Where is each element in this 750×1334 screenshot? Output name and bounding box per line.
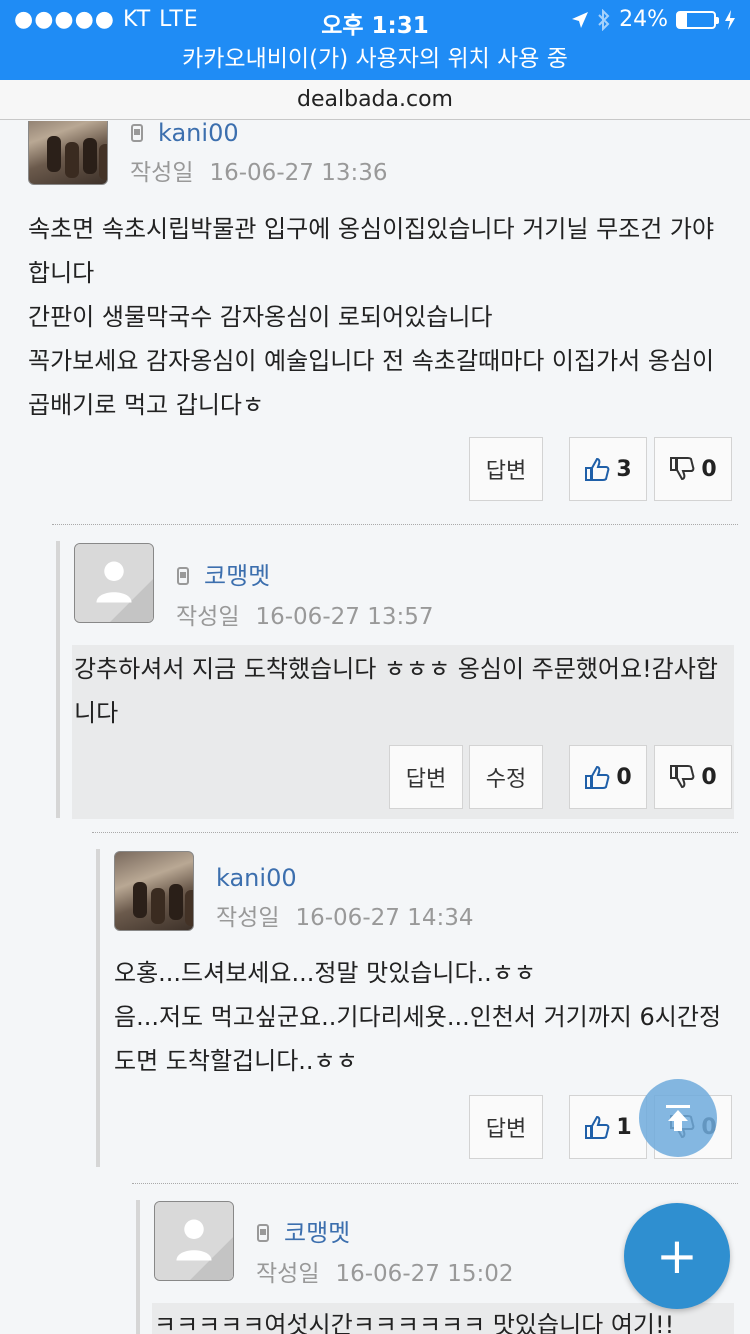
location-arrow-icon xyxy=(572,11,589,28)
edit-button[interactable]: 수정 xyxy=(469,745,543,809)
comment-body: 오홍...드셔보세요...정말 맛있습니다..ㅎㅎ 음...저도 먹고싶군요..… xyxy=(114,959,722,1075)
date-line: 작성일 16-06-27 14:34 xyxy=(216,898,473,932)
comment-date: 16-06-27 15:02 xyxy=(335,1261,514,1287)
comment-divider xyxy=(52,524,738,525)
like-button[interactable]: 0 xyxy=(569,745,647,809)
dislike-button[interactable]: 0 xyxy=(654,745,732,809)
status-bar: ●●●●● KT LTE 오후 1:31 24% xyxy=(0,0,750,40)
thumbs-down-icon xyxy=(670,765,695,789)
date-label: 작성일 xyxy=(216,905,280,931)
battery-percent: 24% xyxy=(619,7,668,32)
comment-body: ㅋㅋㅋㅋㅋ여섯시간ㅋㅋㅋㅋㅋㅋ 맛있습니다 여기!! xyxy=(152,1303,734,1334)
avatar[interactable] xyxy=(154,1201,234,1281)
like-count: 1 xyxy=(616,1114,632,1140)
add-comment-button[interactable]: + xyxy=(624,1203,730,1309)
comment-divider xyxy=(132,1183,738,1184)
comment-meta: 코맹멧 작성일 16-06-27 13:57 xyxy=(176,556,433,631)
comment-date: 16-06-27 13:57 xyxy=(255,604,434,630)
like-button[interactable]: 1 xyxy=(569,1095,647,1159)
date-line: 작성일 16-06-27 15:02 xyxy=(256,1254,513,1288)
battery-icon xyxy=(676,10,719,29)
like-count: 3 xyxy=(616,456,632,482)
author-name[interactable]: 코맹멧 xyxy=(204,562,270,590)
reply-label: 답변 xyxy=(485,1117,527,1142)
comment-meta: kani00 작성일 16-06-27 13:36 xyxy=(130,121,387,187)
mobile-icon xyxy=(177,567,189,585)
thumbs-up-icon xyxy=(585,457,610,481)
thread-line xyxy=(56,541,60,818)
url-bar[interactable]: dealbada.com xyxy=(0,80,750,120)
default-user-icon xyxy=(155,1202,233,1280)
reply-label: 답변 xyxy=(485,459,527,484)
comment-body: 속초면 속초시립박물관 입구에 옹심이집있습니다 거기닐 무조건 가야합니다 간… xyxy=(28,215,715,419)
reply-button[interactable]: 답변 xyxy=(469,1095,543,1159)
dislike-count: 0 xyxy=(701,764,717,790)
thumbs-up-icon xyxy=(585,1115,610,1139)
thread-line xyxy=(136,1200,140,1334)
location-in-use-banner[interactable]: 카카오내비이(가) 사용자의 위치 사용 중 xyxy=(0,40,750,80)
comment-meta: 코맹멧 작성일 16-06-27 15:02 xyxy=(256,1213,513,1288)
scroll-to-top-button[interactable] xyxy=(639,1079,717,1157)
bluetooth-icon xyxy=(598,8,610,31)
thumbs-down-icon xyxy=(670,457,695,481)
reply-label: 답변 xyxy=(405,767,447,792)
mobile-icon xyxy=(257,1224,269,1242)
dislike-count: 0 xyxy=(701,456,717,482)
comment-date: 16-06-27 13:36 xyxy=(209,160,388,186)
status-right: 24% xyxy=(571,7,736,32)
date-label: 작성일 xyxy=(176,604,240,630)
like-button[interactable]: 3 xyxy=(569,437,647,501)
author-name[interactable]: 코맹멧 xyxy=(284,1219,350,1247)
date-label: 작성일 xyxy=(130,160,194,186)
thread-line xyxy=(96,849,100,1167)
thumbs-up-icon xyxy=(585,765,610,789)
author-name[interactable]: kani00 xyxy=(216,864,297,892)
default-user-icon xyxy=(75,544,153,622)
arrow-up-icon xyxy=(666,1105,690,1131)
author-name[interactable]: kani00 xyxy=(158,121,239,147)
edit-label: 수정 xyxy=(485,767,527,792)
dislike-button[interactable]: 0 xyxy=(654,437,732,501)
reply-button[interactable]: 답변 xyxy=(469,437,543,501)
comment-meta: kani00 작성일 16-06-27 14:34 xyxy=(216,864,473,932)
avatar[interactable] xyxy=(74,543,154,623)
comment-date: 16-06-27 14:34 xyxy=(295,905,474,931)
comment-divider xyxy=(92,832,738,833)
date-label: 작성일 xyxy=(256,1261,320,1287)
charging-bolt-icon xyxy=(725,9,735,30)
date-line: 작성일 16-06-27 13:36 xyxy=(130,153,387,187)
date-line: 작성일 16-06-27 13:57 xyxy=(176,597,433,631)
reply-button[interactable]: 답변 xyxy=(389,745,463,809)
comment-list: kani00 작성일 16-06-27 13:36 속초면 속초시립박물관 입구에… xyxy=(0,121,750,1334)
avatar[interactable] xyxy=(28,121,108,185)
mobile-icon xyxy=(131,124,143,142)
avatar[interactable] xyxy=(114,851,194,931)
like-count: 0 xyxy=(616,764,632,790)
